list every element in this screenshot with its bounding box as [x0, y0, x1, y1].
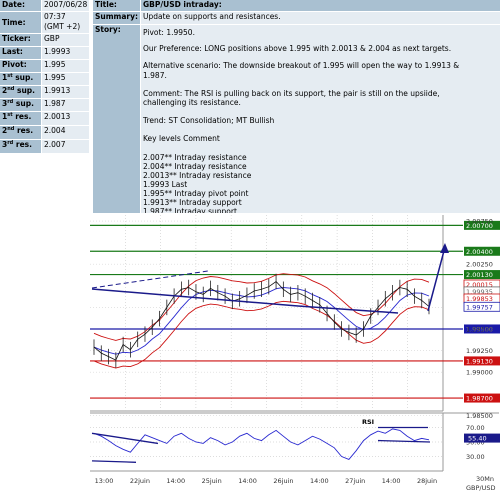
res1-value: 2.0013: [42, 112, 89, 125]
pivot-label: Pivot:: [0, 60, 41, 72]
story-line: Our Preference: LONG positions above 1.9…: [143, 44, 452, 53]
article-story: Pivot: 1.9950. Our Preference: LONG posi…: [141, 25, 500, 216]
x-tick-label: 14:00: [238, 477, 257, 485]
y-tick-label: 1.99500: [466, 325, 493, 333]
last-label: Last:: [0, 47, 41, 59]
timeframe-label: 30Mn: [476, 475, 494, 483]
date-value: 2007/06/28: [42, 0, 89, 11]
title-label: Title:: [93, 0, 140, 11]
rsi-value-label: 55.40: [468, 435, 487, 443]
y-tick-label: 1.99250: [466, 347, 493, 355]
price-chart: 2.007002.004002.001301.995001.991301.987…: [88, 213, 500, 493]
y-tick-label: 2.00250: [466, 261, 493, 269]
story-line: Pivot: 1.9950.: [143, 28, 195, 37]
instrument-label: GBP/USD: [466, 484, 496, 492]
time-value-line1: 07:37: [44, 12, 66, 21]
x-tick-label: 26juin: [273, 477, 293, 485]
story-line: 2.0013** Intraday resistance: [143, 171, 252, 180]
rsi-level-label: 70.00: [466, 424, 485, 432]
price-tag-label: 1.99853: [466, 295, 493, 303]
res2-value: 2.004: [42, 126, 89, 139]
res1-label: 1st res.: [0, 112, 41, 125]
date-label: Date:: [0, 0, 41, 11]
x-tick-label: 28juin: [417, 477, 437, 485]
x-tick-label: 27juin: [345, 477, 365, 485]
story-line: 2.004** Intraday resistance: [143, 162, 247, 171]
story-line: 1.987.: [143, 71, 167, 80]
res2-label: 2nd res.: [0, 126, 41, 139]
time-value: 07:37 (GMT +2): [42, 12, 89, 33]
story-line: 1.9993 Last: [143, 180, 188, 189]
time-label: Time:: [0, 12, 41, 33]
story-line: 1.995** Intraday pivot point: [143, 189, 249, 198]
sup2-label: 2nd sup.: [0, 86, 41, 98]
x-tick-label: 14:00: [382, 477, 401, 485]
ticker-value: GBP: [42, 34, 89, 46]
sup2-value: 1.9913: [42, 86, 89, 98]
ticker-label: Ticker:: [0, 34, 41, 46]
x-tick-label: 14:00: [166, 477, 185, 485]
pivot-value: 1.995: [42, 60, 89, 72]
time-value-line2: (GMT +2): [44, 22, 81, 31]
level-tag-label: 1.99130: [466, 357, 493, 365]
res3-value: 2.007: [42, 140, 89, 153]
story-line: Alternative scenario: The downside break…: [143, 61, 460, 70]
x-tick-label: 22juin: [130, 477, 150, 485]
last-value: 1.9993: [42, 47, 89, 59]
story-line: challenging its resistance.: [143, 98, 241, 107]
article-title: GBP/USD intraday:: [141, 0, 500, 11]
story-line: Comment: The RSI is pulling back on its …: [143, 89, 440, 98]
level-tag-label: 1.98700: [466, 395, 493, 403]
rsi-level-label: 30.00: [466, 453, 485, 461]
y-tick-label: 1.99000: [466, 369, 493, 377]
article-summary: Update on supports and resistances.: [141, 12, 500, 24]
chart-background: [88, 213, 500, 493]
sup1-value: 1.995: [42, 73, 89, 85]
sup3-value: 1.987: [42, 99, 89, 111]
price-tag-label: 1.99757: [466, 303, 493, 311]
x-tick-label: 14:00: [310, 477, 329, 485]
story-line: Trend: ST Consolidation; MT Bullish: [143, 116, 275, 125]
story-line: 1.9913** Intraday support: [143, 198, 242, 207]
sup3-label: 3rd sup.: [0, 99, 41, 111]
story-label: Story:: [93, 25, 140, 213]
summary-label: Summary:: [93, 12, 140, 24]
story-line: 2.007** Intraday resistance: [143, 153, 247, 162]
rsi-label: RSI: [362, 418, 374, 426]
level-tag-label: 2.00130: [466, 271, 493, 279]
sup1-label: 1st sup.: [0, 73, 41, 85]
x-tick-label: 25juin: [202, 477, 222, 485]
res3-label: 3rd res.: [0, 140, 41, 153]
y-tick-label: 2.00750: [466, 218, 493, 226]
x-tick-label: 13:00: [95, 477, 114, 485]
level-tag-label: 2.00400: [466, 248, 493, 256]
story-line: Key levels Comment: [143, 134, 220, 143]
